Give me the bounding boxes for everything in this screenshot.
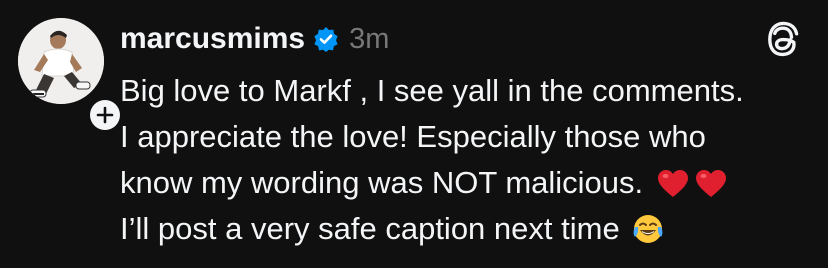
author-avatar[interactable]: [18, 18, 124, 134]
tears-of-joy-emoji: [632, 212, 664, 258]
threads-logo-icon[interactable]: [766, 20, 800, 58]
post-text-line: know my wording was NOT malicious.: [120, 160, 820, 206]
post-text-line: Big love to Markf , I see yall in the co…: [120, 73, 744, 108]
post-text-line: I appreciate the love! Especially those …: [120, 119, 706, 154]
post-text-line: I’ll post a very safe caption next time: [120, 206, 820, 252]
follow-button[interactable]: [86, 96, 124, 134]
post-header: marcusmims 3m: [120, 14, 389, 64]
verified-badge-icon: [313, 26, 339, 52]
post-timestamp: 3m: [349, 22, 390, 55]
avatar-photo: [18, 18, 104, 104]
threads-post: marcusmims 3m Big love to Markf , I see …: [0, 0, 828, 268]
red-heart-emoji: [695, 166, 727, 212]
post-body: Big love to Markf , I see yall in the co…: [120, 68, 820, 252]
plus-icon: [90, 100, 120, 130]
author-username[interactable]: marcusmims: [120, 22, 305, 56]
